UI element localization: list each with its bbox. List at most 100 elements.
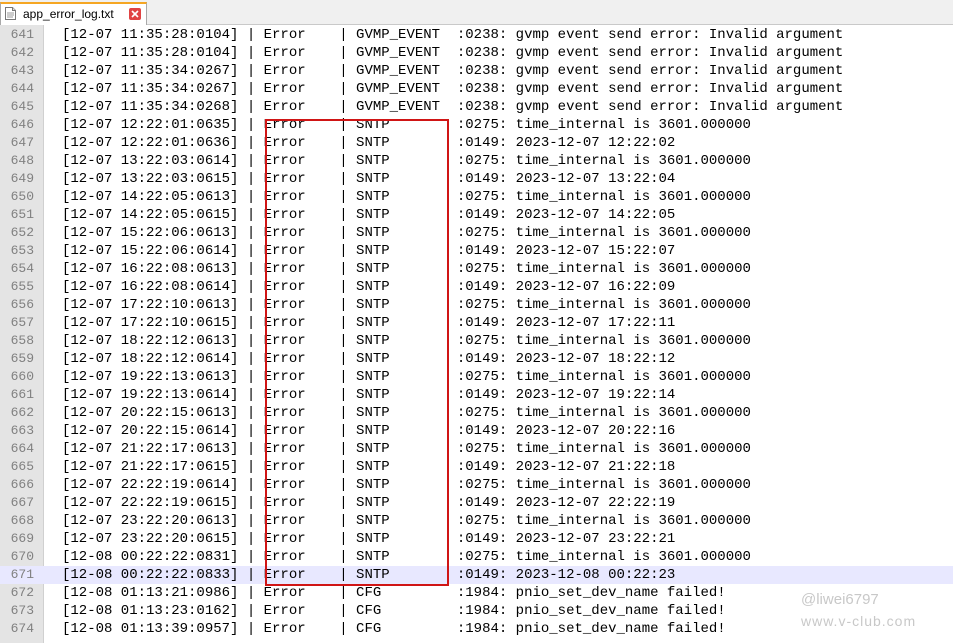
log-line[interactable]: 669 [12-07 23:22:20:0615] | Error | SNTP … [0,530,953,548]
line-text: [12-07 19:22:13:0613] | Error | SNTP :02… [62,369,751,385]
text-file-icon [5,7,16,20]
watermark-site: www.v-club.com [801,613,917,629]
line-number: 646 [10,117,34,132]
log-line[interactable]: 654 [12-07 16:22:08:0613] | Error | SNTP … [0,260,953,278]
tab-bar: app_error_log.txt [0,0,953,25]
line-text: [12-07 13:22:03:0615] | Error | SNTP :01… [62,171,676,187]
close-icon[interactable] [129,8,141,20]
line-text: [12-07 23:22:20:0615] | Error | SNTP :01… [62,531,676,547]
line-number: 672 [10,585,34,600]
log-line[interactable]: 670 [12-08 00:22:22:0831] | Error | SNTP … [0,548,953,566]
line-number: 668 [10,513,34,528]
line-number: 641 [10,27,34,42]
log-line[interactable]: 665 [12-07 21:22:17:0615] | Error | SNTP … [0,458,953,476]
watermark-handle: @liwei6797 [801,591,879,608]
line-text: [12-07 11:35:28:0104] | Error | GVMP_EVE… [62,45,844,61]
log-line[interactable]: 658 [12-07 18:22:12:0613] | Error | SNTP … [0,332,953,350]
log-line[interactable]: 644 [12-07 11:35:34:0267] | Error | GVMP_… [0,80,953,98]
line-number: 654 [10,261,34,276]
line-text: [12-08 00:22:22:0831] | Error | SNTP :02… [62,549,751,565]
line-number: 658 [10,333,34,348]
line-text: [12-07 18:22:12:0613] | Error | SNTP :02… [62,333,751,349]
line-number: 664 [10,441,34,456]
line-number: 649 [10,171,34,186]
line-text: [12-07 11:35:28:0104] | Error | GVMP_EVE… [62,27,844,43]
log-line[interactable]: 671 [12-08 00:22:22:0833] | Error | SNTP … [0,566,953,584]
line-text: [12-07 15:22:06:0614] | Error | SNTP :01… [62,243,676,259]
line-text: [12-08 01:13:39:0957] | Error | CFG :198… [62,621,726,637]
log-line[interactable]: 649 [12-07 13:22:03:0615] | Error | SNTP … [0,170,953,188]
line-number: 648 [10,153,34,168]
log-line[interactable]: 653 [12-07 15:22:06:0614] | Error | SNTP … [0,242,953,260]
line-text: [12-07 11:35:34:0267] | Error | GVMP_EVE… [62,63,844,79]
line-text: [12-07 11:35:34:0268] | Error | GVMP_EVE… [62,99,844,115]
line-number: 674 [10,621,34,636]
log-line[interactable]: 647 [12-07 12:22:01:0636] | Error | SNTP … [0,134,953,152]
line-number: 659 [10,351,34,366]
log-line[interactable]: 664 [12-07 21:22:17:0613] | Error | SNTP … [0,440,953,458]
line-number: 666 [10,477,34,492]
log-line[interactable]: 668 [12-07 23:22:20:0613] | Error | SNTP … [0,512,953,530]
log-line[interactable]: 666 [12-07 22:22:19:0614] | Error | SNTP … [0,476,953,494]
line-number: 663 [10,423,34,438]
log-line[interactable]: 667 [12-07 22:22:19:0615] | Error | SNTP … [0,494,953,512]
line-text: [12-07 21:22:17:0615] | Error | SNTP :01… [62,459,676,475]
line-text: [12-07 23:22:20:0613] | Error | SNTP :02… [62,513,751,529]
tab-label: app_error_log.txt [23,7,114,21]
line-text: [12-07 18:22:12:0614] | Error | SNTP :01… [62,351,676,367]
log-line[interactable]: 643 [12-07 11:35:34:0267] | Error | GVMP_… [0,62,953,80]
log-line[interactable]: 650 [12-07 14:22:05:0613] | Error | SNTP … [0,188,953,206]
log-line[interactable]: 642 [12-07 11:35:28:0104] | Error | GVMP_… [0,44,953,62]
line-number: 665 [10,459,34,474]
log-line[interactable]: 662 [12-07 20:22:15:0613] | Error | SNTP … [0,404,953,422]
line-text: [12-07 19:22:13:0614] | Error | SNTP :01… [62,387,676,403]
line-number: 661 [10,387,34,402]
line-number: 651 [10,207,34,222]
line-number: 655 [10,279,34,294]
log-line[interactable]: 659 [12-07 18:22:12:0614] | Error | SNTP … [0,350,953,368]
line-number: 669 [10,531,34,546]
tab-app-error-log[interactable]: app_error_log.txt [0,2,147,25]
line-number: 645 [10,99,34,114]
line-text: [12-07 14:22:05:0613] | Error | SNTP :02… [62,189,751,205]
log-line[interactable]: 655 [12-07 16:22:08:0614] | Error | SNTP … [0,278,953,296]
line-text: [12-07 13:22:03:0614] | Error | SNTP :02… [62,153,751,169]
text-editor[interactable]: 641 [12-07 11:35:28:0104] | Error | GVMP_… [0,25,953,643]
line-text: [12-07 12:22:01:0636] | Error | SNTP :01… [62,135,676,151]
line-text: [12-08 01:13:21:0986] | Error | CFG :198… [62,585,726,601]
log-line[interactable]: 656 [12-07 17:22:10:0613] | Error | SNTP … [0,296,953,314]
log-line[interactable]: 645 [12-07 11:35:34:0268] | Error | GVMP_… [0,98,953,116]
line-text: [12-07 22:22:19:0615] | Error | SNTP :01… [62,495,676,511]
line-text: [12-07 14:22:05:0615] | Error | SNTP :01… [62,207,676,223]
line-text: [12-07 17:22:10:0613] | Error | SNTP :02… [62,297,751,313]
line-number: 647 [10,135,34,150]
log-line[interactable]: 661 [12-07 19:22:13:0614] | Error | SNTP … [0,386,953,404]
line-text: [12-07 20:22:15:0613] | Error | SNTP :02… [62,405,751,421]
line-number: 642 [10,45,34,60]
line-text: [12-07 15:22:06:0613] | Error | SNTP :02… [62,225,751,241]
line-text: [12-07 12:22:01:0635] | Error | SNTP :02… [62,117,751,133]
log-line[interactable]: 657 [12-07 17:22:10:0615] | Error | SNTP … [0,314,953,332]
log-line[interactable]: 663 [12-07 20:22:15:0614] | Error | SNTP … [0,422,953,440]
line-number: 671 [10,567,34,582]
line-number: 662 [10,405,34,420]
log-lines: 641 [12-07 11:35:28:0104] | Error | GVMP_… [0,26,953,638]
line-text: [12-07 16:22:08:0614] | Error | SNTP :01… [62,279,676,295]
line-text: [12-07 20:22:15:0614] | Error | SNTP :01… [62,423,676,439]
line-number: 652 [10,225,34,240]
line-number: 667 [10,495,34,510]
log-line[interactable]: 651 [12-07 14:22:05:0615] | Error | SNTP … [0,206,953,224]
line-number: 656 [10,297,34,312]
line-number: 643 [10,63,34,78]
line-text: [12-08 00:22:22:0833] | Error | SNTP :01… [62,567,676,583]
line-text: [12-07 16:22:08:0613] | Error | SNTP :02… [62,261,751,277]
line-number: 673 [10,603,34,618]
line-number: 670 [10,549,34,564]
log-line[interactable]: 660 [12-07 19:22:13:0613] | Error | SNTP … [0,368,953,386]
line-text: [12-07 21:22:17:0613] | Error | SNTP :02… [62,441,751,457]
log-line[interactable]: 652 [12-07 15:22:06:0613] | Error | SNTP … [0,224,953,242]
log-line[interactable]: 646 [12-07 12:22:01:0635] | Error | SNTP … [0,116,953,134]
log-line[interactable]: 641 [12-07 11:35:28:0104] | Error | GVMP_… [0,26,953,44]
line-text: [12-07 22:22:19:0614] | Error | SNTP :02… [62,477,751,493]
log-line[interactable]: 648 [12-07 13:22:03:0614] | Error | SNTP … [0,152,953,170]
